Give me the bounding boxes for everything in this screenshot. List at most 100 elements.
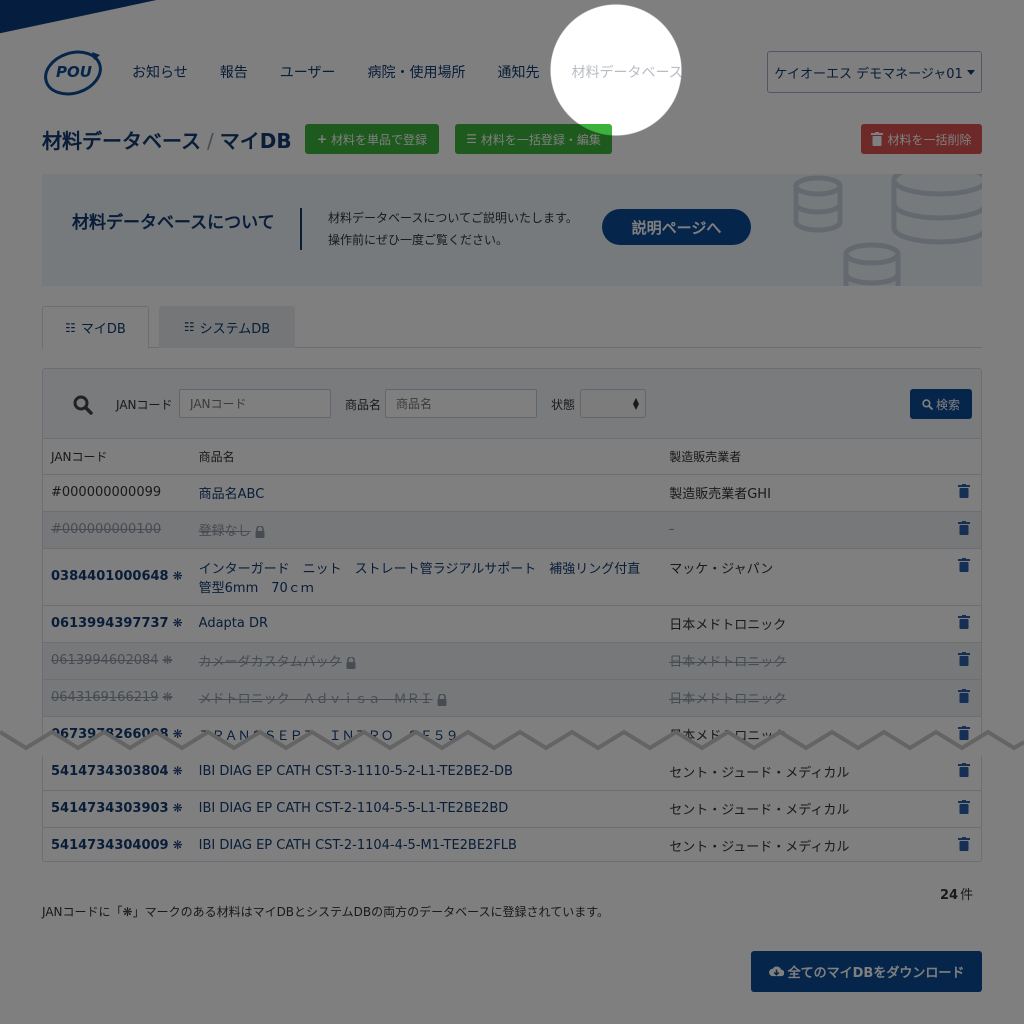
user-menu-label: ケイオーエス デモマネージャ01 bbox=[774, 66, 963, 82]
table-row[interactable]: 5414734303903 ❋ IBI DIAG EP CATH CST-2-11… bbox=[43, 790, 981, 828]
cell-product-name-link[interactable]: 商品名ABC bbox=[190, 474, 662, 512]
lock-icon bbox=[346, 656, 356, 669]
caret-down-icon bbox=[966, 69, 975, 75]
jan-text: 5414734303903 bbox=[51, 801, 169, 816]
guide-page-button[interactable]: 説明ページへ bbox=[602, 209, 751, 245]
list-icon: ☰ bbox=[466, 132, 477, 146]
jan-text: 0384401000648 bbox=[51, 569, 169, 584]
banner-text-line2: 操作前にぜひ一度ご覧ください。 bbox=[328, 233, 509, 247]
trash-icon[interactable] bbox=[958, 520, 971, 535]
table-row[interactable]: 0613994602084 ❋ カメーダカスタムパック 日本メドトロニック bbox=[43, 642, 981, 680]
product-name-input[interactable] bbox=[385, 389, 537, 418]
table-row[interactable]: #000000000100 登録なし - bbox=[43, 511, 981, 549]
cell-maker: 日本メドトロニック bbox=[661, 642, 948, 680]
header-maker: 製造販売業者 bbox=[661, 439, 948, 475]
cell-maker: セント・ジュード・メディカル bbox=[661, 827, 948, 861]
table-row[interactable]: 0643169166219 ❋ メドトロニック Ａｄｖｉｓａ ＭＲＩ 日本メドトロ… bbox=[43, 679, 981, 717]
logo-text: POU bbox=[56, 63, 92, 81]
trash-icon[interactable] bbox=[958, 836, 971, 851]
jan-text: 5414734303804 bbox=[51, 764, 169, 779]
cell-delete bbox=[947, 827, 981, 861]
table-row[interactable]: #000000000099 商品名ABC 製造販売業者GHI bbox=[43, 474, 981, 512]
product-name-text: メドトロニック Ａｄｖｉｓａ ＭＲＩ bbox=[198, 692, 433, 707]
info-banner: 材料データベースについて 材料データベースについてご説明いたします。 操作前にぜ… bbox=[42, 174, 982, 286]
both-db-star-icon: ❋ bbox=[172, 838, 183, 852]
both-db-star-icon: ❋ bbox=[162, 690, 173, 704]
product-name-text: カメーダカスタムパック bbox=[198, 655, 342, 670]
tab-my-db[interactable]: ☷ マイDB bbox=[42, 306, 149, 349]
search-icon bbox=[73, 395, 93, 415]
trash-icon[interactable] bbox=[958, 557, 971, 572]
status-select[interactable]: ▲ ▼ bbox=[580, 389, 646, 418]
cell-jan: 5414734303903 ❋ bbox=[43, 790, 191, 828]
cell-maker: 日本メドトロニック bbox=[661, 605, 948, 643]
cell-product-name-link[interactable]: Adapta DR bbox=[190, 605, 662, 643]
plus-icon: + bbox=[316, 132, 328, 146]
jan-text: 5414734304009 bbox=[51, 838, 169, 853]
add-single-button[interactable]: + 材料を単品で登録 bbox=[305, 124, 439, 154]
cell-product-name-link[interactable]: IBI DIAG EP CATH CST-3-1110-5-2-L1-TE2BE… bbox=[190, 753, 662, 791]
cell-jan: #000000000100 bbox=[43, 511, 191, 549]
table-icon: ☷ bbox=[183, 320, 195, 334]
tab-system-db[interactable]: ☷ システムDB bbox=[159, 306, 295, 348]
both-db-star-icon: ❋ bbox=[172, 764, 183, 778]
jan-input[interactable] bbox=[179, 389, 331, 418]
search-button-label: 検索 bbox=[935, 397, 960, 412]
trash-icon[interactable] bbox=[958, 614, 971, 629]
header: POU お知らせ 報告 ユーザー 病院・使用場所 通知先 材料データベース ケイ… bbox=[0, 0, 1024, 110]
result-count-value: 24 bbox=[940, 888, 959, 903]
cell-delete bbox=[947, 548, 981, 606]
trash-icon[interactable] bbox=[958, 799, 971, 814]
both-db-star-icon: ❋ bbox=[172, 616, 183, 630]
main-nav: お知らせ 報告 ユーザー 病院・使用場所 通知先 材料データベース bbox=[121, 58, 704, 86]
lock-icon bbox=[255, 525, 265, 538]
table-row[interactable]: 5414734304009 ❋ IBI DIAG EP CATH CST-2-11… bbox=[43, 827, 981, 861]
user-menu-button[interactable]: ケイオーエス デモマネージャ01 bbox=[767, 51, 982, 93]
cell-delete bbox=[947, 474, 981, 512]
jan-label: JANコード bbox=[116, 398, 173, 412]
banner-text-line1: 材料データベースについてご説明いたします。 bbox=[328, 211, 578, 225]
materials-table: JANコード 商品名 製造販売業者 #000000000099 商品名ABC 製… bbox=[43, 439, 981, 861]
download-all-button[interactable]: 全てのマイDBをダウンロード bbox=[751, 951, 982, 992]
bulk-edit-button[interactable]: ☰ 材料を一括登録・編集 bbox=[455, 124, 612, 154]
cell-jan: 5414734303804 ❋ bbox=[43, 753, 191, 791]
cell-delete bbox=[947, 790, 981, 828]
database-icon bbox=[793, 174, 982, 286]
nav-item-hospitals[interactable]: 病院・使用場所 bbox=[356, 58, 476, 86]
table-row[interactable]: 5414734303804 ❋ IBI DIAG EP CATH CST-3-11… bbox=[43, 753, 981, 791]
banner-title: 材料データベースについて bbox=[72, 213, 275, 233]
trash-icon[interactable] bbox=[958, 651, 971, 666]
cell-delete bbox=[947, 753, 981, 791]
both-db-star-icon: ❋ bbox=[172, 569, 183, 583]
cell-maker: - bbox=[661, 511, 948, 549]
nav-item-news[interactable]: お知らせ bbox=[121, 58, 199, 86]
trash-icon[interactable] bbox=[958, 483, 971, 498]
cell-product-name-link[interactable]: IBI DIAG EP CATH CST-2-1104-5-5-L1-TE2BE… bbox=[190, 790, 662, 828]
trash-icon[interactable] bbox=[958, 688, 971, 703]
nav-item-notify[interactable]: 通知先 bbox=[486, 58, 550, 86]
add-single-label: 材料を単品で登録 bbox=[331, 132, 428, 147]
cell-product-name-link[interactable]: インターガード ニット ストレート管ラジアルサポート 補強リング付直管型6mm … bbox=[190, 548, 662, 606]
cell-product-name-link[interactable]: IBI DIAG EP CATH CST-2-1104-4-5-M1-TE2BE… bbox=[190, 827, 662, 861]
result-count: 24 件 bbox=[940, 884, 973, 903]
nav-item-reports[interactable]: 報告 bbox=[209, 58, 259, 86]
page-title-sub: マイDB bbox=[219, 129, 292, 153]
header-product-name: 商品名 bbox=[190, 439, 662, 475]
select-arrows-icon: ▲ ▼ bbox=[632, 396, 639, 411]
status-label: 状態 bbox=[551, 398, 576, 412]
trash-icon[interactable] bbox=[958, 762, 971, 777]
nav-item-material-db[interactable]: 材料データベース bbox=[560, 58, 693, 86]
nav-item-users[interactable]: ユーザー bbox=[269, 58, 347, 86]
table-row[interactable]: 0384401000648 ❋ インターガード ニット ストレート管ラジアルサポー… bbox=[43, 548, 981, 606]
tab-my-db-label: マイDB bbox=[80, 322, 126, 337]
bulk-delete-button[interactable]: 材料を一括削除 bbox=[861, 124, 982, 154]
search-button[interactable]: 検索 bbox=[910, 389, 972, 419]
logo[interactable]: POU bbox=[42, 46, 106, 98]
cell-delete bbox=[947, 511, 981, 549]
table-row[interactable]: 0613994397737 ❋ Adapta DR 日本メドトロニック bbox=[43, 605, 981, 643]
table-icon: ☷ bbox=[65, 320, 76, 335]
product-name-text: 登録なし bbox=[198, 524, 251, 539]
bulk-edit-label: 材料を一括登録・編集 bbox=[480, 132, 601, 147]
trash-icon bbox=[871, 132, 884, 146]
cell-jan: 5414734304009 ❋ bbox=[43, 827, 191, 861]
